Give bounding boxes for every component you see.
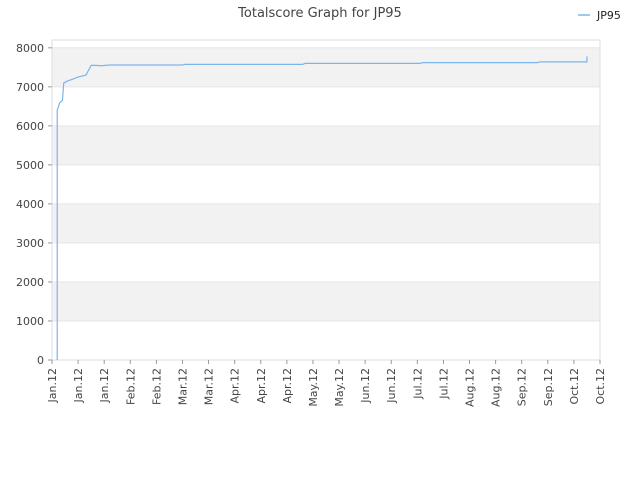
x-tick-label: Sep.12 <box>516 368 529 406</box>
y-tick-label: 7000 <box>16 81 44 94</box>
plot-band <box>52 281 600 321</box>
legend[interactable]: JP95 <box>578 9 621 22</box>
chart-svg: 0 1000 2000 3000 4000 5000 6000 7000 8000 Jan.12… <box>16 6 621 407</box>
x-tick-label: Jul.12 <box>437 368 450 400</box>
y-tick-label: 3000 <box>16 237 44 250</box>
x-tick-label: Jun.12 <box>385 368 398 404</box>
plot-band <box>52 125 600 165</box>
x-tick-label: Jan.12 <box>72 368 85 403</box>
x-tick-label: Apr.12 <box>255 368 268 404</box>
x-axis: Jan.12 Jan.12 Jan.12 Feb.12 Feb.12 Mar.12 Mar.… <box>46 360 607 407</box>
x-tick-label: May.12 <box>307 368 320 407</box>
y-tick-label: 1000 <box>16 315 44 328</box>
plot-band <box>52 40 600 48</box>
x-tick-label: Apr.12 <box>229 368 242 404</box>
x-tick-label: Apr.12 <box>281 368 294 404</box>
y-tick-label: 6000 <box>16 120 44 133</box>
chart: 0 1000 2000 3000 4000 5000 6000 7000 8000 Jan.12… <box>0 0 640 480</box>
plot-band <box>52 164 600 204</box>
legend-label: JP95 <box>596 9 621 22</box>
plot-band <box>52 242 600 282</box>
y-tick-label: 0 <box>37 354 44 367</box>
y-tick-label: 4000 <box>16 198 44 211</box>
x-tick-label: Mar.12 <box>176 368 189 405</box>
x-tick-label: May.12 <box>333 368 346 407</box>
plot-band <box>52 203 600 243</box>
x-tick-label: Oct.12 <box>568 368 581 405</box>
x-tick-label: Oct.12 <box>594 368 607 405</box>
x-tick-label: Feb.12 <box>150 368 163 405</box>
plot-band <box>52 47 600 87</box>
x-tick-label: Aug.12 <box>464 368 477 407</box>
chart-title: Totalscore Graph for JP95 <box>237 6 402 21</box>
x-tick-label: Feb.12 <box>124 368 137 405</box>
x-tick-label: Mar.12 <box>203 368 216 405</box>
x-tick-label: Jan.12 <box>98 368 111 403</box>
y-axis: 0 1000 2000 3000 4000 5000 6000 7000 8000 <box>16 42 52 367</box>
y-tick-label: 8000 <box>16 42 44 55</box>
x-tick-label: Jan.12 <box>46 368 59 403</box>
x-tick-label: Aug.12 <box>490 368 503 407</box>
x-tick-label: Sep.12 <box>542 368 555 406</box>
y-tick-label: 2000 <box>16 276 44 289</box>
plot-band <box>52 86 600 126</box>
x-tick-label: Jul.12 <box>411 368 424 400</box>
y-tick-label: 5000 <box>16 159 44 172</box>
x-tick-label: Jun.12 <box>359 368 372 404</box>
plot-band <box>52 320 600 360</box>
plot-bands <box>52 40 600 360</box>
